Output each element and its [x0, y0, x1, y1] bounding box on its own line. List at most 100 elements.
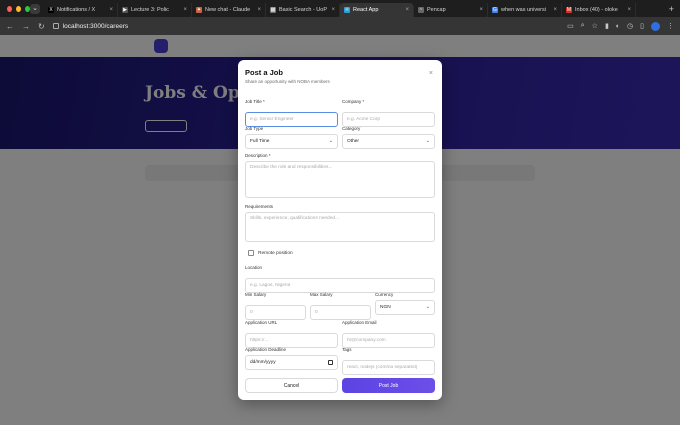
tab-favicon-icon: M: [566, 7, 572, 13]
tab-close-icon[interactable]: ×: [479, 7, 483, 13]
currency-value: NGN: [380, 304, 391, 310]
tab-search-icon[interactable]: ⌄: [30, 3, 40, 14]
requirements-group: Requirements: [245, 204, 435, 247]
app-email-label: Application Email: [342, 320, 377, 325]
tab-favicon-icon: ▶: [122, 7, 128, 13]
tab-favicon-icon: ⚛: [344, 7, 350, 13]
browser-tab-bar: ⌄ X Notifications / X × ▶ Lecture 3: Polic × ✦…: [0, 0, 680, 17]
url-field[interactable]: localhost:3000/careers: [52, 20, 559, 32]
browser-tab[interactable]: ▦ Basic Search - UoP ×: [266, 3, 340, 17]
requirements-textarea[interactable]: [245, 211, 435, 242]
menu-icon[interactable]: ⋮: [667, 22, 674, 30]
new-tab-button[interactable]: +: [663, 4, 680, 14]
toolbar-icons: ▭ ⌕ ☆ ▮ ◐ ◷ ▯ ⋮: [567, 21, 674, 31]
browser-tab[interactable]: ✦ New chat - Claude ×: [192, 3, 266, 17]
tab-title: New chat - Claude: [205, 7, 251, 13]
history-icon[interactable]: ◷: [627, 22, 633, 30]
tab-strip: X Notifications / X × ▶ Lecture 3: Polic × ✦ Ne…: [44, 0, 663, 17]
tab-close-icon[interactable]: ×: [627, 7, 631, 13]
cast-icon[interactable]: ▭: [567, 22, 574, 30]
min-salary-label: Min Salary: [245, 292, 267, 297]
category-select[interactable]: Other ⌄: [342, 133, 435, 149]
currency-select[interactable]: NGN ⌄: [375, 299, 435, 315]
tab-favicon-icon: ✦: [196, 7, 202, 13]
modal-title: Post a Job: [245, 68, 283, 77]
tags-input[interactable]: [342, 359, 435, 375]
app-url-label: Application URL: [245, 320, 278, 325]
post-job-modal: Post a Job Share an opportunity with NOB…: [238, 60, 442, 400]
deadline-value: dd/mm/yyyy: [250, 359, 276, 365]
tab-favicon-icon: G: [492, 7, 498, 13]
browser-tab[interactable]: ⚛ React App ×: [340, 3, 414, 17]
tab-close-icon[interactable]: ×: [405, 7, 409, 13]
company-group: Company *: [342, 99, 435, 127]
browser-tab[interactable]: ▶ Lecture 3: Polic ×: [118, 3, 192, 17]
tags-group: Tags: [342, 347, 435, 375]
minimize-window-button[interactable]: [16, 5, 21, 12]
min-salary-group: Min Salary: [245, 292, 306, 320]
browser-tab[interactable]: Gwhen was universi ×: [488, 3, 562, 17]
zoom-icon[interactable]: ⌕: [581, 22, 585, 30]
currency-label: Currency: [375, 292, 394, 297]
calendar-icon[interactable]: [328, 359, 333, 365]
url-text: localhost:3000/careers: [62, 22, 129, 30]
profile-avatar[interactable]: [651, 21, 660, 31]
app-url-input[interactable]: [245, 332, 338, 348]
remote-checkbox[interactable]: [248, 250, 254, 256]
tab-favicon-icon: ~: [418, 7, 424, 13]
category-label: Category: [342, 126, 361, 131]
location-label: Location: [245, 265, 263, 270]
deadline-input[interactable]: dd/mm/yyyy: [245, 354, 338, 370]
location-input[interactable]: [245, 277, 435, 293]
category-value: Other: [347, 138, 359, 144]
tab-close-icon[interactable]: ×: [183, 7, 187, 13]
bookmark-star-icon[interactable]: ☆: [592, 22, 598, 30]
tab-title: Pencap: [427, 7, 446, 13]
app-email-input[interactable]: [342, 332, 435, 348]
browser-tab[interactable]: X Notifications / X ×: [44, 3, 118, 17]
browser-tab[interactable]: M Inbox (40) - oloke ×: [562, 3, 636, 17]
description-label: Description *: [245, 153, 271, 158]
category-group: Category Other ⌄: [342, 126, 435, 149]
chevron-down-icon: ⌄: [328, 138, 333, 144]
site-info-icon[interactable]: [52, 23, 59, 29]
job-type-label: Job Type: [245, 126, 264, 131]
deadline-label: Application Deadline: [245, 347, 287, 352]
max-salary-group: Max Salary: [310, 292, 371, 320]
tab-title: Basic Search - UoP: [279, 7, 327, 13]
tab-close-icon[interactable]: ×: [109, 7, 113, 13]
app-url-group: Application URL: [245, 320, 338, 348]
company-input[interactable]: [342, 111, 435, 127]
reload-icon[interactable]: ↻: [38, 22, 45, 31]
job-title-input[interactable]: [245, 111, 338, 127]
tab-favicon-icon: ▦: [270, 7, 276, 13]
job-type-value: Full Time: [250, 138, 270, 144]
close-icon[interactable]: ×: [429, 70, 433, 77]
company-label: Company *: [342, 99, 365, 104]
back-icon[interactable]: ←: [6, 22, 14, 31]
chevron-down-icon: ⌄: [425, 138, 430, 144]
extension-icon[interactable]: ▮: [605, 22, 609, 30]
tab-title: React App: [353, 7, 379, 13]
app-email-group: Application Email: [342, 320, 435, 348]
browser-tab[interactable]: ~ Pencap ×: [414, 3, 488, 17]
modal-subtitle: Share an opportunity with NOBA members: [245, 79, 330, 84]
tab-close-icon[interactable]: ×: [553, 7, 557, 13]
extension2-icon[interactable]: ◐: [616, 23, 620, 30]
post-job-button[interactable]: Post Job: [342, 378, 435, 393]
remote-label: Remote position: [258, 250, 293, 256]
close-window-button[interactable]: [7, 5, 12, 12]
job-type-group: Job Type Full Time ⌄: [245, 126, 338, 149]
split-view-icon[interactable]: ▯: [640, 22, 644, 30]
tab-title: Notifications / X: [57, 7, 96, 13]
description-textarea[interactable]: [245, 160, 435, 198]
address-bar: ← → ↻ localhost:3000/careers ▭ ⌕ ☆ ▮ ◐ ◷…: [0, 17, 680, 35]
tab-close-icon[interactable]: ×: [257, 7, 261, 13]
max-salary-input[interactable]: [310, 304, 371, 320]
tab-close-icon[interactable]: ×: [331, 7, 335, 13]
chevron-down-icon: ⌄: [425, 304, 430, 310]
min-salary-input[interactable]: [245, 304, 306, 320]
forward-icon[interactable]: →: [22, 22, 30, 31]
job-type-select[interactable]: Full Time ⌄: [245, 133, 338, 149]
cancel-button[interactable]: Cancel: [245, 378, 338, 393]
